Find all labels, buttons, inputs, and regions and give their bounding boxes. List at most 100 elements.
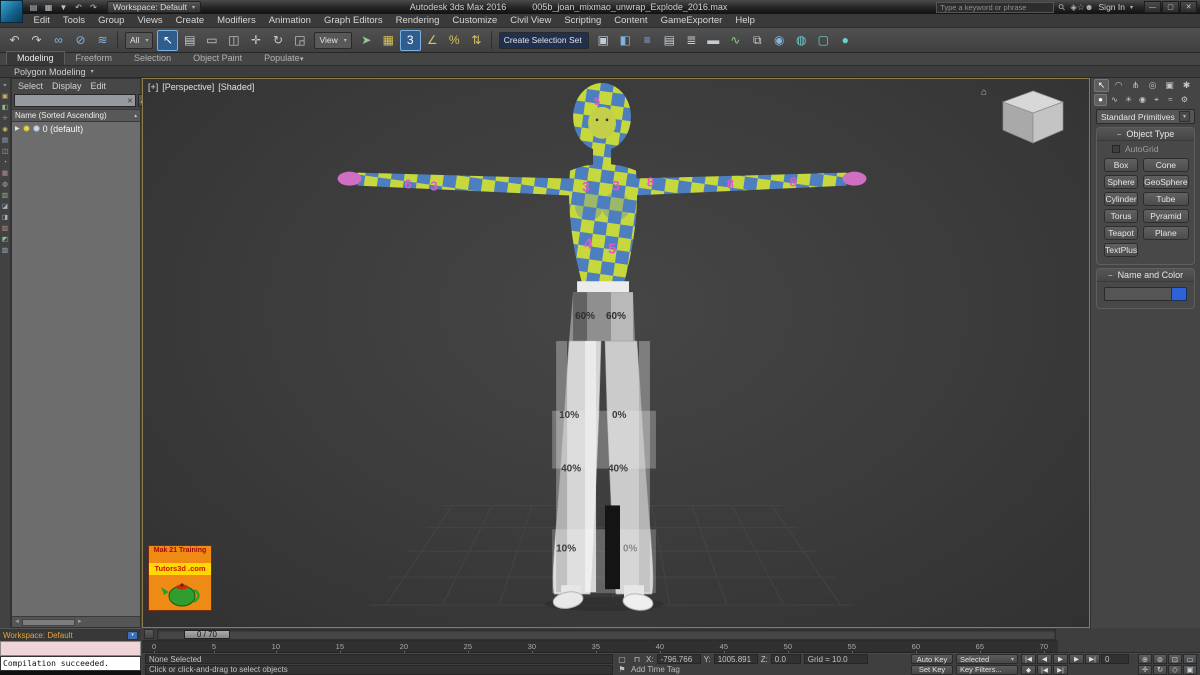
angle-snap-icon[interactable]: ∠ bbox=[422, 30, 443, 51]
list-item[interactable]: ▶ 0 (default) bbox=[12, 122, 140, 135]
explorer-toolbar-icon[interactable]: ◍ bbox=[1, 180, 10, 189]
x-coordinate-field[interactable]: -796.766 bbox=[656, 654, 701, 664]
named-selection-sets-dropdown[interactable]: Create Selection Set ▾ bbox=[498, 31, 589, 49]
space-warps-category-icon[interactable]: ≈ bbox=[1164, 94, 1177, 106]
lights-category-icon[interactable]: ☀ bbox=[1122, 94, 1135, 106]
viewport-general-menu[interactable]: [+] bbox=[148, 82, 158, 92]
timeline-tick[interactable]: 55 bbox=[848, 642, 856, 654]
geometry-category-icon[interactable]: ● bbox=[1094, 93, 1107, 106]
maximize-viewport-icon[interactable]: ▣ bbox=[1183, 664, 1197, 675]
add-time-tag-label[interactable]: Add Time Tag bbox=[631, 665, 680, 674]
explorer-toolbar-icon[interactable]: ◨ bbox=[1, 213, 10, 222]
select-and-rotate-icon[interactable]: ↻ bbox=[267, 30, 288, 51]
selection-lock-toggle-icon[interactable]: ⊓ bbox=[631, 655, 643, 664]
select-and-link-icon[interactable]: ∞ bbox=[48, 30, 69, 51]
timeline-tick[interactable]: 20 bbox=[400, 642, 408, 654]
object-name-field[interactable] bbox=[1104, 287, 1171, 301]
modify-tab-icon[interactable]: ◠ bbox=[1111, 79, 1126, 92]
explorer-column-header[interactable]: Name (Sorted Ascending) ▴ bbox=[12, 109, 140, 122]
right-arm[interactable] bbox=[631, 172, 847, 196]
explorer-menu-edit[interactable]: Edit bbox=[91, 81, 107, 91]
systems-category-icon[interactable]: ⚙ bbox=[1178, 94, 1191, 106]
menu-create[interactable]: Create bbox=[169, 14, 211, 27]
redo-scene-operation-icon[interactable]: ↷ bbox=[88, 3, 99, 12]
explorer-toolbar-icon[interactable]: ◩ bbox=[1, 235, 10, 244]
redo-icon[interactable]: ↷ bbox=[26, 30, 47, 51]
menu-animation[interactable]: Animation bbox=[262, 14, 317, 27]
undo-icon[interactable]: ↶ bbox=[4, 30, 25, 51]
object-type-button[interactable]: Torus bbox=[1104, 209, 1139, 223]
perspective-viewport[interactable]: 5 3 3 8 4 5 6 3 8 8 60% 60% 10% 0% 40% 4… bbox=[142, 78, 1090, 628]
z-coordinate-field[interactable]: 0.0 bbox=[770, 654, 801, 664]
object-type-button[interactable]: Tube bbox=[1143, 192, 1189, 206]
list-item-label[interactable]: 0 (default) bbox=[43, 124, 84, 134]
timeline-tick[interactable]: 65 bbox=[976, 642, 984, 654]
expander-icon[interactable]: ▶ bbox=[15, 125, 20, 132]
bind-to-space-warp-icon[interactable]: ≋ bbox=[92, 30, 113, 51]
spinner-snap-icon[interactable]: ⇅ bbox=[466, 30, 487, 51]
timeline-tick[interactable]: 30 bbox=[528, 642, 536, 654]
viewport-pov-menu[interactable]: [Perspective] bbox=[162, 82, 214, 92]
close-button[interactable]: ✕ bbox=[1180, 1, 1197, 13]
viewport-shading-menu[interactable]: [Shaded] bbox=[218, 82, 254, 92]
object-type-button[interactable]: TextPlus bbox=[1104, 243, 1139, 257]
name-color-rollout-header[interactable]: − Name and Color bbox=[1097, 269, 1194, 282]
hierarchy-tab-icon[interactable]: ⋔ bbox=[1128, 79, 1143, 92]
render-production-icon[interactable]: ● bbox=[835, 30, 856, 51]
explorer-toolbar-icon[interactable]: ◪ bbox=[1, 202, 10, 211]
select-and-manipulate-icon[interactable]: ➤ bbox=[356, 30, 377, 51]
tab-freeform[interactable]: Freeform bbox=[65, 51, 124, 65]
scrollbar-thumb[interactable] bbox=[22, 618, 75, 626]
minimize-button[interactable]: — bbox=[1144, 1, 1161, 13]
select-and-move-icon[interactable]: ✛ bbox=[245, 30, 266, 51]
new-scene-icon[interactable]: ▤ bbox=[28, 3, 39, 12]
object-type-button[interactable]: Pyramid bbox=[1143, 209, 1189, 223]
sign-in-button[interactable]: Sign In bbox=[1099, 2, 1125, 12]
tab-object-paint[interactable]: Object Paint bbox=[182, 51, 253, 65]
goto-end-button[interactable]: ▶| bbox=[1085, 654, 1100, 664]
timeline-tick[interactable]: 25 bbox=[464, 642, 472, 654]
object-color-swatch[interactable] bbox=[1171, 287, 1187, 301]
auto-key-button[interactable]: Auto Key bbox=[911, 654, 953, 664]
mirror-icon[interactable]: ◧ bbox=[615, 30, 636, 51]
search-icon[interactable]: ⚲ bbox=[1056, 1, 1068, 13]
material-editor-icon[interactable]: ◉ bbox=[769, 30, 790, 51]
timeline-tick[interactable]: 70 bbox=[1040, 642, 1048, 654]
application-button[interactable] bbox=[0, 0, 23, 23]
left-hand[interactable] bbox=[337, 171, 362, 186]
autogrid-checkbox[interactable] bbox=[1112, 144, 1120, 153]
goto-start-button[interactable]: |◀ bbox=[1021, 654, 1036, 664]
menu-modifiers[interactable]: Modifiers bbox=[211, 14, 263, 27]
object-type-button[interactable]: Box bbox=[1104, 158, 1139, 172]
training-ad[interactable]: Mak 21 Training Tutors3d .com bbox=[148, 545, 212, 611]
zoom-all-icon[interactable]: ⊚ bbox=[1153, 654, 1167, 664]
time-slider-track[interactable]: 0 / 70 bbox=[157, 628, 1056, 640]
rectangular-selection-region-icon[interactable]: ▭ bbox=[201, 30, 222, 51]
viewcube-home-icon[interactable]: ⌂ bbox=[981, 87, 987, 98]
render-setup-icon[interactable]: ◍ bbox=[791, 30, 812, 51]
timeline-tick[interactable]: 0 bbox=[152, 642, 156, 654]
object-type-rollout-header[interactable]: − Object Type bbox=[1097, 128, 1194, 141]
explorer-toolbar-icon[interactable]: ▦ bbox=[1, 169, 10, 178]
timeline-tick[interactable]: 45 bbox=[720, 642, 728, 654]
orbit-icon[interactable]: ↻ bbox=[1153, 664, 1167, 675]
undo-scene-operation-icon[interactable]: ↶ bbox=[73, 3, 84, 12]
object-type-button[interactable]: GeoSphere bbox=[1143, 175, 1189, 189]
snaps-toggle-icon[interactable]: 3 bbox=[399, 29, 421, 51]
menu-rendering[interactable]: Rendering bbox=[389, 14, 446, 27]
track-bar[interactable]: 0 5 10 15 20 25 30 35 40 45 50 55 60 65 70 bbox=[142, 641, 1058, 654]
scroll-left-icon[interactable]: ◄ bbox=[13, 619, 21, 625]
favorites-icon[interactable]: ☆ bbox=[1077, 2, 1085, 12]
object-type-button[interactable]: Cylinder bbox=[1104, 192, 1139, 206]
timeline-tick[interactable]: 10 bbox=[272, 642, 280, 654]
menu-scripting[interactable]: Scripting bbox=[558, 14, 608, 27]
toggle-layer-explorer-icon[interactable]: ≣ bbox=[681, 30, 702, 51]
menu-help[interactable]: Help bbox=[729, 14, 762, 27]
object-type-button[interactable]: Teapot bbox=[1104, 226, 1139, 240]
object-type-button[interactable]: Plane bbox=[1143, 226, 1189, 240]
restore-button[interactable]: ▢ bbox=[1162, 1, 1179, 13]
toggle-ribbon-icon[interactable]: ▬ bbox=[703, 30, 724, 51]
explorer-toolbar-icon[interactable]: ▣ bbox=[1, 92, 10, 101]
motion-tab-icon[interactable]: ◎ bbox=[1145, 79, 1160, 92]
explorer-toolbar-icon[interactable]: ⌖ bbox=[1, 81, 10, 90]
